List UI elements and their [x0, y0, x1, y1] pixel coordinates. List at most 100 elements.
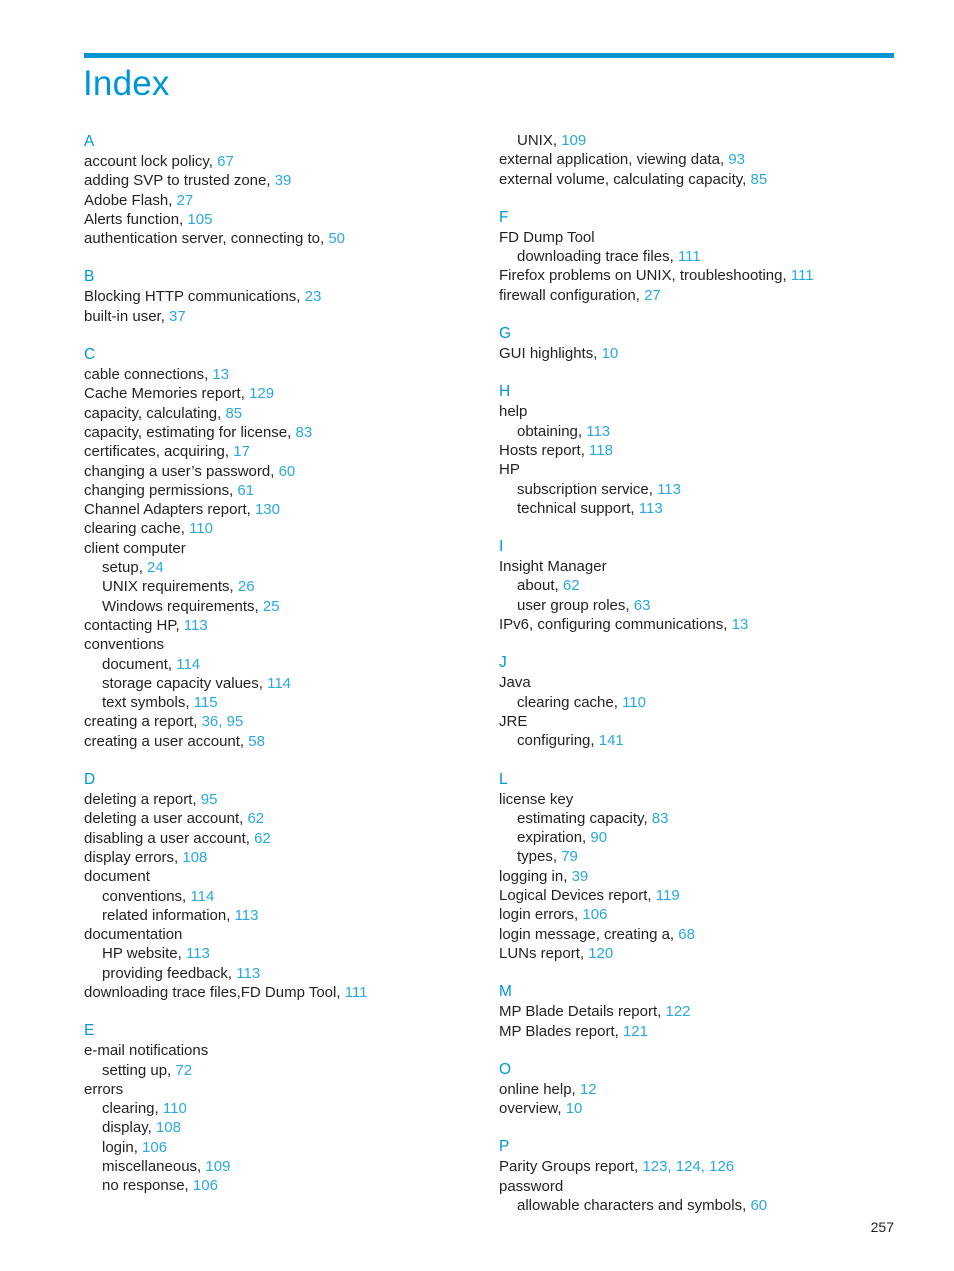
index-entry-list: UNIX, 109 external application, viewing d… — [499, 131, 899, 189]
index-page-reference[interactable]: 37 — [169, 308, 186, 325]
index-page-reference[interactable]: 17 — [233, 443, 250, 460]
section-letter: A — [84, 133, 95, 150]
index-page-reference[interactable]: 95 — [201, 791, 218, 808]
index-subentry: technical support, 113 — [499, 499, 899, 518]
index-page-reference[interactable]: 106 — [582, 906, 607, 923]
index-page-reference[interactable]: 108 — [182, 849, 207, 866]
index-column-left: Aaccount lock policy, 67 adding SVP to tr… — [84, 131, 484, 1196]
index-page-reference[interactable]: 13 — [732, 616, 749, 633]
index-page-reference[interactable]: 113 — [586, 423, 610, 440]
index-page-reference[interactable]: 23 — [305, 288, 322, 305]
index-page-reference[interactable]: 85 — [751, 171, 768, 188]
index-page-reference[interactable]: 72 — [175, 1062, 192, 1079]
index-page-reference[interactable]: 113 — [184, 617, 208, 634]
index-page-reference[interactable]: 79 — [561, 848, 578, 865]
index-page-reference[interactable]: 60 — [279, 463, 296, 480]
index-page-reference[interactable]: 111 — [345, 984, 368, 1001]
index-entry-text: estimating capacity, — [517, 809, 648, 827]
index-page-reference[interactable]: 27 — [644, 287, 661, 304]
index-page-reference[interactable]: 62 — [563, 577, 580, 594]
section-letter: D — [84, 771, 96, 789]
index-page-reference[interactable]: 120 — [588, 945, 613, 962]
index-page-reference[interactable]: 114 — [267, 675, 291, 692]
index-page-reference[interactable]: 108 — [156, 1119, 181, 1136]
index-section-g: G GUI highlights, 10 — [499, 323, 899, 363]
index-page-reference[interactable]: 58 — [248, 733, 265, 750]
index-page-reference[interactable]: 62 — [254, 830, 271, 847]
index-page-reference[interactable]: 60 — [750, 1197, 767, 1214]
index-page-reference[interactable]: 62 — [247, 810, 264, 827]
index-entry-list: Parity Groups report, 123, 124, 126 passw… — [499, 1157, 899, 1215]
index-entry-text: types, — [517, 848, 558, 866]
index-page-reference[interactable]: 63 — [634, 597, 651, 614]
index-page-reference[interactable]: 123, 124, 126 — [642, 1158, 734, 1175]
index-page-reference[interactable]: 10 — [602, 345, 619, 362]
index-page-reference[interactable]: 39 — [572, 868, 589, 885]
index-entry: help — [499, 402, 899, 421]
index-subentry: clearing, 110 — [84, 1099, 484, 1118]
index-entry: Hosts report, 118 — [499, 441, 899, 460]
index-page-reference[interactable]: 83 — [652, 810, 669, 827]
index-page-reference[interactable]: 114 — [176, 656, 200, 673]
index-page-reference[interactable]: 113 — [186, 945, 210, 962]
index-page-reference[interactable]: 113 — [657, 481, 681, 498]
index-entry-text: capacity, calculating, — [84, 404, 222, 422]
index-page-reference[interactable]: 141 — [599, 732, 624, 749]
index-page-reference[interactable]: 106 — [193, 1177, 218, 1194]
index-page-reference[interactable]: 110 — [622, 694, 646, 711]
index-subentry: no response, 106 — [84, 1176, 484, 1195]
index-entry-text: Firefox problems on UNIX, troubleshootin… — [499, 267, 787, 285]
index-page-reference[interactable]: 110 — [163, 1100, 187, 1117]
index-page-reference[interactable]: 68 — [678, 926, 695, 943]
index-page-reference[interactable]: 121 — [623, 1023, 648, 1040]
index-page-reference[interactable]: 36, 95 — [202, 713, 244, 730]
index-entry-text: Hosts report, — [499, 441, 585, 459]
index-page-reference[interactable]: 118 — [589, 442, 613, 459]
index-page-reference[interactable]: 26 — [238, 578, 255, 595]
index-entry: account lock policy, 67 — [84, 152, 484, 171]
index-page-reference[interactable]: 61 — [237, 482, 254, 499]
index-page-reference[interactable]: 113 — [235, 907, 259, 924]
index-page-reference[interactable]: 67 — [217, 153, 234, 170]
index-page-reference[interactable]: 85 — [225, 405, 242, 422]
index-page-reference[interactable]: 110 — [189, 520, 213, 537]
index-entry-text: changing a user’s password, — [84, 462, 275, 480]
index-page-reference[interactable]: 106 — [142, 1139, 167, 1156]
index-entry: client computer — [84, 539, 484, 558]
index-page-reference[interactable]: 25 — [263, 598, 280, 615]
index-page-reference[interactable]: 109 — [205, 1158, 230, 1175]
index-page-reference[interactable]: 119 — [656, 887, 680, 904]
index-page-reference[interactable]: 39 — [275, 172, 292, 189]
index-page-reference[interactable]: 114 — [190, 888, 214, 905]
index-page-reference[interactable]: 90 — [590, 829, 607, 846]
index-entry-text: expiration, — [517, 829, 587, 847]
index-page-reference[interactable]: 24 — [147, 559, 164, 576]
index-page-reference[interactable]: 113 — [236, 965, 260, 982]
index-entry: GUI highlights, 10 — [499, 344, 899, 363]
index-page-reference[interactable]: 115 — [194, 694, 218, 711]
index-section-c: Ccable connections, 13 Cache Memories rep… — [84, 344, 484, 751]
index-page-reference[interactable]: 13 — [212, 366, 229, 383]
index-page-reference[interactable]: 129 — [249, 385, 274, 402]
index-entry-list: deleting a report, 95 deleting a user acc… — [84, 790, 484, 1002]
index-entry: IPv6, configuring communications, 13 — [499, 615, 899, 634]
index-page-reference[interactable]: 111 — [791, 267, 814, 284]
index-page-reference[interactable]: 27 — [177, 192, 194, 209]
index-page-reference[interactable]: 105 — [187, 211, 212, 228]
index-page-reference[interactable]: 113 — [639, 500, 663, 517]
index-page-reference[interactable]: 130 — [255, 501, 280, 518]
index-page-reference[interactable]: 10 — [566, 1100, 583, 1117]
index-page-reference[interactable]: 122 — [665, 1003, 690, 1020]
index-page-reference[interactable]: 111 — [678, 248, 701, 265]
index-entry-text: display, — [102, 1119, 152, 1137]
index-subentry: configuring, 141 — [499, 731, 899, 750]
index-entry-text: downloading trace files, — [517, 248, 674, 266]
index-page-reference[interactable]: 83 — [295, 424, 312, 441]
index-subentry: setting up, 72 — [84, 1061, 484, 1080]
index-page-reference[interactable]: 50 — [328, 230, 345, 247]
index-page-reference[interactable]: 109 — [561, 132, 586, 149]
index-entry: authentication server, connecting to, 50 — [84, 229, 484, 248]
index-entry-text: license key — [499, 790, 574, 808]
index-page-reference[interactable]: 93 — [728, 151, 745, 168]
index-page-reference[interactable]: 12 — [580, 1081, 597, 1098]
